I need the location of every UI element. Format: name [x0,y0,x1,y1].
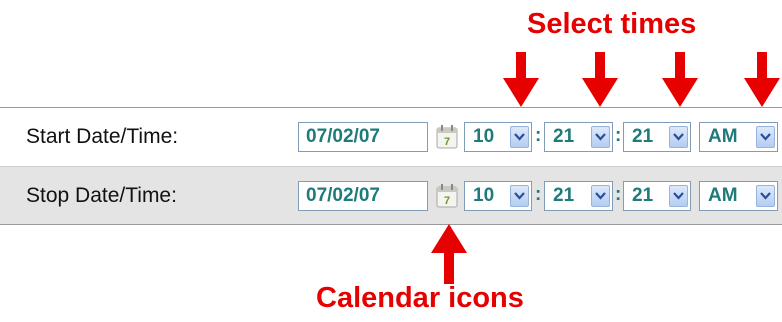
stop-hour-select[interactable]: 10 [464,181,532,211]
start-minute-select[interactable]: 21 [544,122,613,152]
select-times-annotation: Select times [527,8,697,40]
start-date-input[interactable]: 07/02/07 [298,122,428,152]
arrow-down-icon [744,52,780,107]
chevron-down-icon[interactable] [756,126,775,148]
calendar-icons-annotation: Calendar icons [316,282,524,314]
start-second-value: 21 [632,126,654,147]
chevron-down-icon[interactable] [510,185,529,207]
arrow-down-icon [582,52,618,107]
stop-minute-value: 21 [553,185,575,206]
svg-text:7: 7 [444,136,450,148]
arrow-down-icon [662,52,698,107]
chevron-down-icon[interactable] [591,126,610,148]
stop-second-value: 21 [632,185,654,206]
stop-second-select[interactable]: 21 [623,181,691,211]
stop-datetime-row: Stop Date/Time: 07/02/07 7 10 : 21 : 21 … [0,166,782,224]
svg-text:7: 7 [444,195,450,207]
start-minute-value: 21 [553,126,575,147]
date-time-form: Start Date/Time: 07/02/07 7 10 : 21 : 21… [0,107,782,225]
calendar-icon[interactable]: 7 [436,125,458,149]
start-datetime-label: Start Date/Time: [26,125,179,148]
start-ampm-value: AM [708,126,738,147]
time-separator: : [535,184,542,205]
start-hour-value: 10 [473,126,495,147]
start-ampm-select[interactable]: AM [699,122,778,152]
start-second-select[interactable]: 21 [623,122,691,152]
start-datetime-row: Start Date/Time: 07/02/07 7 10 : 21 : 21… [0,108,782,166]
time-separator: : [615,184,622,205]
time-separator: : [615,125,622,146]
chevron-down-icon[interactable] [669,126,688,148]
chevron-down-icon[interactable] [669,185,688,207]
chevron-down-icon[interactable] [510,126,529,148]
stop-hour-value: 10 [473,185,495,206]
chevron-down-icon[interactable] [756,185,775,207]
stop-ampm-select[interactable]: AM [699,181,778,211]
arrow-up-icon [431,224,467,284]
stop-ampm-value: AM [708,185,738,206]
stop-date-input[interactable]: 07/02/07 [298,181,428,211]
time-separator: : [535,125,542,146]
calendar-icon[interactable]: 7 [436,184,458,208]
chevron-down-icon[interactable] [591,185,610,207]
stop-minute-select[interactable]: 21 [544,181,613,211]
arrow-down-icon [503,52,539,107]
start-hour-select[interactable]: 10 [464,122,532,152]
stop-datetime-label: Stop Date/Time: [26,184,177,207]
